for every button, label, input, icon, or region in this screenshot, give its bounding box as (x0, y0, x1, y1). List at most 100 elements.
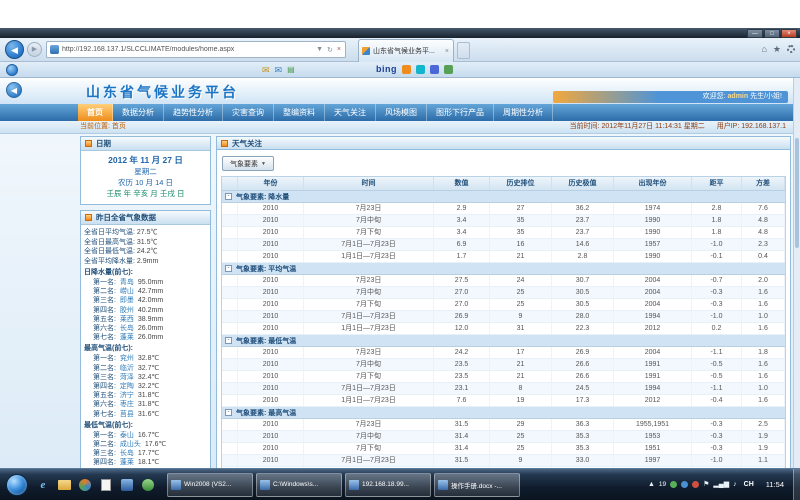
home-icon[interactable]: ⌂ (761, 43, 766, 55)
toolbar-icon-4[interactable] (444, 65, 453, 74)
station-name[interactable]: 济宁 (120, 392, 134, 399)
mail-icon-2[interactable]: ✉ (275, 64, 283, 76)
cell-spacer (222, 239, 238, 250)
back-button[interactable]: ◀ (5, 40, 24, 59)
gear-icon[interactable] (787, 45, 795, 53)
collapse-icon[interactable]: - (225, 409, 232, 416)
toolbar-icon-2[interactable] (416, 65, 425, 74)
station-name[interactable]: 成山头 (120, 441, 141, 448)
taskbar-clock[interactable]: 11:54 (761, 480, 789, 489)
collapse-icon[interactable]: - (225, 193, 232, 200)
station-name[interactable]: 崂山 (120, 288, 134, 295)
antivirus-tray-icon[interactable] (670, 481, 677, 488)
address-dropdown-icon[interactable]: ▼ (314, 46, 325, 53)
volume-icon[interactable]: ♪ (733, 480, 737, 490)
nav-item[interactable]: 灾害查询 (223, 104, 274, 121)
welcome-suffix: 先生/小姐! (750, 93, 782, 100)
language-indicator[interactable]: CH (741, 480, 757, 489)
page-scrollbar[interactable] (793, 78, 800, 468)
minimize-button[interactable]: — (747, 29, 763, 38)
nav-item[interactable]: 周期性分析 (494, 104, 553, 121)
station-name[interactable]: 兖州 (120, 355, 134, 362)
flag-icon[interactable]: ⚑ (703, 480, 709, 490)
station-name[interactable]: 临沂 (120, 365, 134, 372)
cell-rank: 31 (490, 323, 552, 334)
nav-item[interactable]: 风场模图 (376, 104, 427, 121)
rank-label: 第二名: (93, 441, 116, 448)
ie-icon[interactable]: e (34, 476, 52, 494)
ranking-item: 第五名: 莱西 38.9mm (84, 315, 207, 324)
task-button[interactable]: 192.168.18.99... (345, 473, 431, 497)
messenger-icon[interactable] (6, 64, 18, 76)
media-player-icon[interactable] (76, 476, 94, 494)
maximize-button[interactable]: □ (764, 29, 780, 38)
station-name[interactable]: 长岛 (120, 325, 134, 332)
station-name[interactable]: 胶州 (120, 307, 134, 314)
element-selector-button[interactable]: 气象要素 ▼ (222, 156, 274, 171)
tray-expand-icon[interactable]: ▲ (648, 480, 655, 490)
bing-logo[interactable]: bing (376, 64, 397, 74)
nav-item[interactable]: 数据分析 (113, 104, 164, 121)
start-button[interactable] (6, 474, 28, 496)
document-app-icon[interactable] (97, 476, 115, 494)
nav-item[interactable]: 图形下行产品 (427, 104, 494, 121)
task-button[interactable]: Win2008 (VS2... (167, 473, 253, 497)
app-icon-1[interactable] (118, 476, 136, 494)
stop-icon[interactable]: × (335, 46, 343, 53)
forward-button[interactable]: ▶ (27, 42, 42, 57)
table-section-row[interactable]: - 气象要素: 最高气温 (222, 407, 785, 419)
cell-time: 7月1日—7月23日 (304, 239, 434, 250)
cell-rank: 21 (490, 359, 552, 370)
station-name[interactable]: 枣庄 (120, 401, 134, 408)
table-section-row[interactable]: - 气象要素: 平均气温 (222, 263, 785, 275)
station-name[interactable]: 定陶 (120, 383, 134, 390)
table-section-row[interactable]: - 气象要素: 降水量 (222, 191, 785, 203)
cell-spacer (222, 203, 238, 214)
station-name[interactable]: 即墨 (120, 297, 134, 304)
cell-variance: 7.6 (742, 203, 785, 214)
show-desktop-button[interactable] (793, 469, 800, 500)
app-icon-2[interactable] (139, 476, 157, 494)
favorites-star-icon[interactable]: ★ (773, 43, 781, 55)
station-name[interactable]: 长岛 (120, 450, 134, 457)
close-button[interactable]: × (781, 29, 797, 38)
page-icon[interactable]: ▤ (287, 64, 295, 76)
im-tray-icon[interactable] (681, 481, 688, 488)
collapse-icon[interactable]: - (225, 265, 232, 272)
cell-time: 7月中旬 (304, 431, 434, 442)
scrollbar-thumb[interactable] (795, 138, 799, 248)
toolbar-icon-1[interactable] (402, 65, 411, 74)
update-tray-icon[interactable] (692, 481, 699, 488)
site-back-bubble-icon[interactable]: ◀ (6, 82, 22, 98)
nav-item[interactable]: 趋势性分析 (164, 104, 223, 121)
network-icon[interactable]: ▂▄▆ (713, 480, 729, 490)
station-name[interactable]: 莒县 (120, 411, 134, 418)
station-name[interactable]: 菏泽 (120, 374, 134, 381)
station-name[interactable]: 青岛 (120, 279, 134, 286)
new-tab-button[interactable] (457, 42, 470, 59)
task-button[interactable]: C:\Windows\s... (256, 473, 342, 497)
address-bar[interactable]: http://192.168.137.1/SLCCLIMATE/modules/… (46, 41, 346, 58)
panel-bullet-icon (85, 214, 92, 221)
tab-close-icon[interactable]: × (444, 48, 450, 55)
nav-item-home[interactable]: 首页 (78, 104, 113, 121)
rank-value: 42.0mm (138, 297, 163, 304)
url-text[interactable]: http://192.168.137.1/SLCCLIMATE/modules/… (62, 46, 314, 53)
toolbar-icon-3[interactable] (430, 65, 439, 74)
task-button[interactable]: 操作手册.docx -... (434, 473, 520, 497)
table-section-row[interactable]: - 气象要素: 最低气温 (222, 335, 785, 347)
nav-item[interactable]: 整编资料 (274, 104, 325, 121)
folder-icon[interactable] (55, 476, 73, 494)
station-name[interactable]: 蓬莱 (120, 334, 134, 341)
cell-variance: 1.0 (742, 383, 785, 394)
main-panel-title: 天气关注 (232, 139, 262, 148)
station-name[interactable]: 莱西 (120, 316, 134, 323)
station-name[interactable]: 蓬莱 (120, 459, 134, 466)
mail-icon[interactable]: ✉ (262, 64, 270, 76)
collapse-icon[interactable]: - (225, 337, 232, 344)
station-name[interactable]: 泰山 (120, 432, 134, 439)
cell-value: 26.9 (434, 311, 490, 322)
refresh-icon[interactable]: ↻ (325, 46, 335, 54)
nav-item[interactable]: 天气关注 (325, 104, 376, 121)
browser-tab[interactable]: 山东省气候业务平... × (358, 39, 454, 62)
